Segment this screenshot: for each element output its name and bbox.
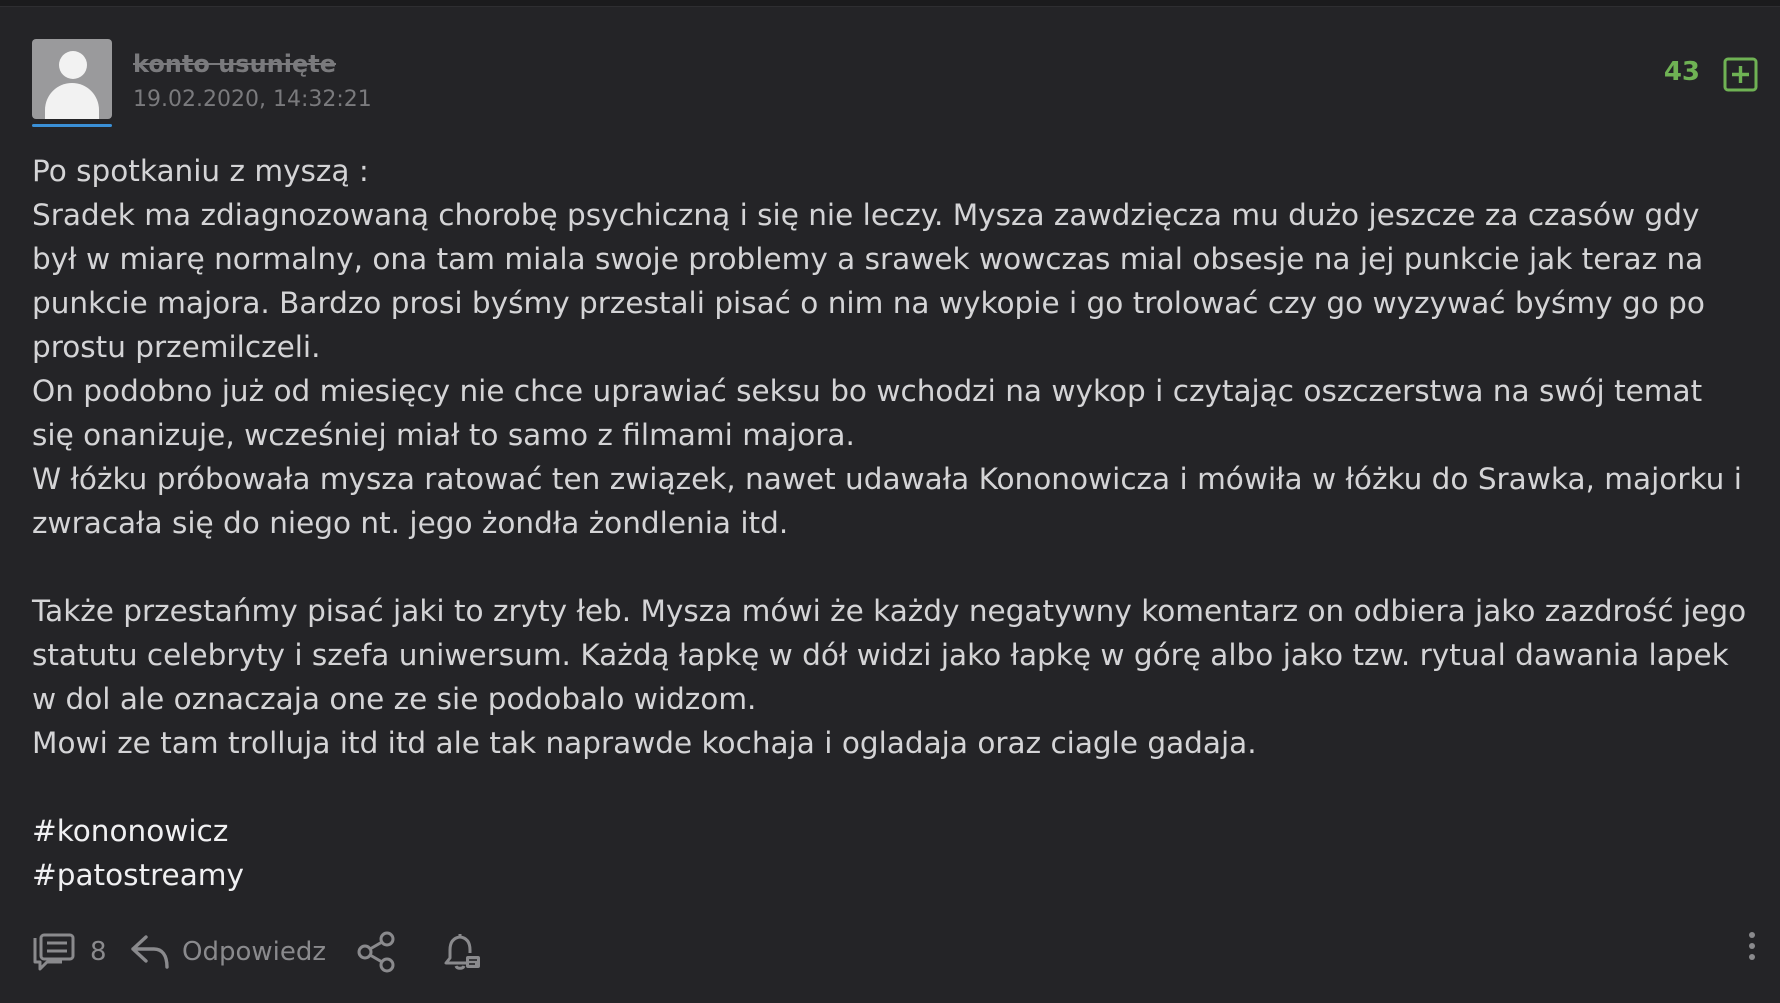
reply-button[interactable]: Odpowiedz — [130, 927, 326, 977]
post-card: konto usunięte 19.02.2020, 14:32:21 43 P… — [0, 6, 1780, 1003]
tag-link-patostreamy[interactable]: #patostreamy — [32, 853, 1752, 897]
bell-icon — [444, 934, 480, 970]
author-name[interactable]: konto usunięte — [133, 50, 336, 78]
post-paragraph: On podobno już od miesięcy nie chce upra… — [32, 374, 1703, 452]
post-body: Po spotkaniu z myszą : Sradek ma zdiagno… — [32, 149, 1752, 897]
post-paragraph: Także przestańmy pisać jaki to zryty łeb… — [32, 594, 1747, 716]
reply-label: Odpowiedz — [182, 937, 327, 967]
upvote-button[interactable] — [1723, 57, 1758, 92]
vertical-dots-icon — [1746, 932, 1758, 960]
plus-square-icon — [1723, 57, 1758, 92]
post-actions-bar: 8 Odpowiedz — [32, 927, 1755, 977]
avatar-head-shape — [59, 51, 87, 79]
post-paragraph: Mowi ze tam trolluja itd itd ale tak nap… — [32, 726, 1257, 760]
avatar-body-shape — [45, 83, 99, 119]
post-paragraph: W łóżku próbowała mysza ratować ten zwią… — [32, 462, 1742, 540]
tag-link-kononowicz[interactable]: #kononowicz — [32, 809, 1752, 853]
comments-icon — [33, 933, 75, 971]
post-timestamp[interactable]: 19.02.2020, 14:32:21 — [133, 87, 372, 112]
post-paragraph: Po spotkaniu z myszą : — [32, 154, 369, 188]
share-icon — [357, 931, 395, 973]
comments-count: 8 — [90, 937, 107, 967]
post-paragraph: Sradek ma zdiagnozowaną chorobę psychicz… — [32, 198, 1705, 364]
user-avatar[interactable] — [32, 39, 112, 119]
reply-arrow-icon — [131, 935, 169, 969]
comments-button[interactable]: 8 — [32, 927, 107, 977]
more-options-button[interactable] — [1746, 927, 1758, 977]
notify-button[interactable] — [441, 927, 483, 977]
avatar-status-bar — [32, 124, 112, 127]
share-button[interactable] — [356, 927, 398, 977]
vote-count: 43 — [1663, 57, 1700, 87]
